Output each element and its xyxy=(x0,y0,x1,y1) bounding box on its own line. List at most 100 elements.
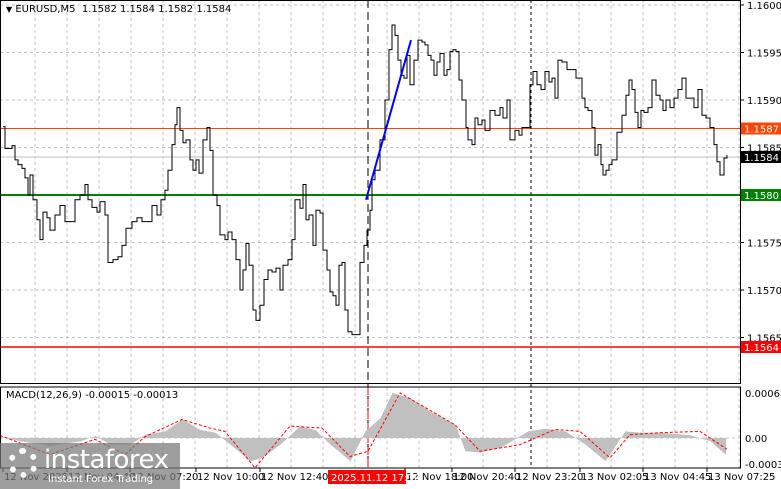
macd-hist-bar xyxy=(344,438,345,457)
macd-hist-bar xyxy=(557,430,558,438)
macd-hist-bar xyxy=(629,431,630,438)
macd-hist-bar xyxy=(386,405,387,438)
macd-hist-bar xyxy=(501,438,502,448)
macd-hist-bar xyxy=(580,438,581,442)
macd-hist-bar xyxy=(252,438,253,461)
macd-hist-bar xyxy=(656,432,657,438)
macd-hist-bar xyxy=(561,430,562,438)
macd-hist-bar xyxy=(177,422,178,438)
macd-hist-bar xyxy=(407,397,408,438)
macd-hist-bar xyxy=(462,438,463,444)
macd-hist-bar xyxy=(159,432,160,438)
macd-hist-bar xyxy=(545,428,546,438)
macd-hist-bar xyxy=(147,434,148,438)
macd-hist-bar xyxy=(574,437,575,438)
macd-hist-bar xyxy=(81,438,82,441)
macd-hist-bar xyxy=(244,438,245,457)
macd-hist-bar xyxy=(463,438,464,446)
macd-hist-bar xyxy=(482,438,483,453)
chart-canvas[interactable]: 1.16001.15951.15901.15851.15801.15751.15… xyxy=(0,0,781,489)
x-tick-label: 12 Nov 10:00 xyxy=(197,472,264,483)
macd-hist-bar xyxy=(423,406,424,438)
collapse-arrow-icon[interactable]: ▼ xyxy=(6,5,12,14)
macd-hist-bar xyxy=(181,420,182,438)
macd-hist-bar xyxy=(624,432,625,438)
watermark-brand: instaforex xyxy=(44,445,169,475)
macd-hist-bar xyxy=(422,406,423,438)
macd-hist-bar xyxy=(190,424,191,438)
macd-hist-bar xyxy=(210,431,211,438)
highlight-time-label: 2025.11.12 17:10 xyxy=(331,473,420,484)
macd-hist-bar xyxy=(198,428,199,438)
macd-hist-bar xyxy=(282,438,283,443)
macd-hist-bar xyxy=(705,438,706,440)
macd-hist-bar xyxy=(315,430,316,438)
macd-hist-bar xyxy=(79,438,80,442)
macd-hist-bar xyxy=(497,438,498,449)
price-line xyxy=(3,24,728,336)
price-levels xyxy=(0,128,740,348)
macd-hist-bar xyxy=(174,425,175,438)
macd-hist-bar xyxy=(183,420,184,438)
macd-hist-bar xyxy=(496,438,497,449)
macd-hist-bar xyxy=(264,438,265,457)
macd-hist-bar xyxy=(453,423,454,438)
macd-hist-bar xyxy=(374,423,375,438)
macd-hist-bar xyxy=(179,421,180,438)
macd-hist-bar xyxy=(168,429,169,438)
macd-hist-bar xyxy=(345,438,346,458)
macd-hist-bar xyxy=(479,438,480,453)
macd-hist-bar xyxy=(432,412,433,438)
macd-hist-bar xyxy=(74,438,75,443)
macd-hist-bar xyxy=(506,438,507,445)
macd-hist-bar xyxy=(707,438,708,441)
macd-hist-bar xyxy=(165,431,166,438)
macd-hist-bar xyxy=(152,433,153,438)
macd-hist-bar xyxy=(317,432,318,438)
macd-hist-bar xyxy=(246,438,247,458)
macd-hist-bar xyxy=(291,434,292,438)
macd-hist-bar xyxy=(208,431,209,438)
macd-hist-bar xyxy=(403,396,404,438)
macd-hist-bar xyxy=(599,438,600,457)
macd-hist-bar xyxy=(217,434,218,438)
macd-hist-bar xyxy=(470,438,471,452)
macd-hist-bar xyxy=(311,429,312,438)
macd-hist-bar xyxy=(24,438,25,442)
macd-hist-bar xyxy=(273,438,274,450)
macd-hist-bar xyxy=(365,431,366,438)
macd-hist-bar xyxy=(384,409,385,438)
macd-hist-bar xyxy=(353,438,354,456)
x-tick-label: 12 Nov 12:40 xyxy=(261,472,328,483)
macd-hist-bar xyxy=(209,431,210,438)
macd-hist-bar xyxy=(265,438,266,456)
macd-hist-bar xyxy=(213,432,214,438)
macd-hist-bar xyxy=(154,433,155,438)
macd-hist-bar xyxy=(280,438,281,445)
macd-hist-bar xyxy=(521,435,522,438)
macd-hist-bar xyxy=(71,438,72,443)
macd-hist-bar xyxy=(77,438,78,442)
macd-hist-bar xyxy=(677,434,678,438)
macd-hist-bar xyxy=(134,438,135,442)
macd-hist-bar xyxy=(366,430,367,438)
macd-hist-bar xyxy=(606,438,607,460)
macd-hist-bar xyxy=(425,408,426,438)
macd-hist-bar xyxy=(715,438,716,446)
macd-hist-bar xyxy=(579,438,580,441)
macd-hist-bar xyxy=(199,429,200,438)
macd-hist-bar xyxy=(530,431,531,438)
macd-hist-bar xyxy=(621,437,622,438)
macd-hist-bar xyxy=(312,429,313,438)
macd-hist-bar xyxy=(204,430,205,438)
macd-hist-bar xyxy=(450,422,451,438)
macd-hist-bar xyxy=(695,436,696,438)
macd-hist-bar xyxy=(459,435,460,438)
macd-hist-bar xyxy=(226,438,227,442)
macd-hist-bar xyxy=(341,438,342,454)
macd-hist-bar xyxy=(455,424,456,438)
macd-hist-bar xyxy=(23,438,24,442)
macd-hist-bar xyxy=(164,431,165,438)
macd-hist-bar xyxy=(662,432,663,438)
macd-hist-bar xyxy=(187,422,188,438)
